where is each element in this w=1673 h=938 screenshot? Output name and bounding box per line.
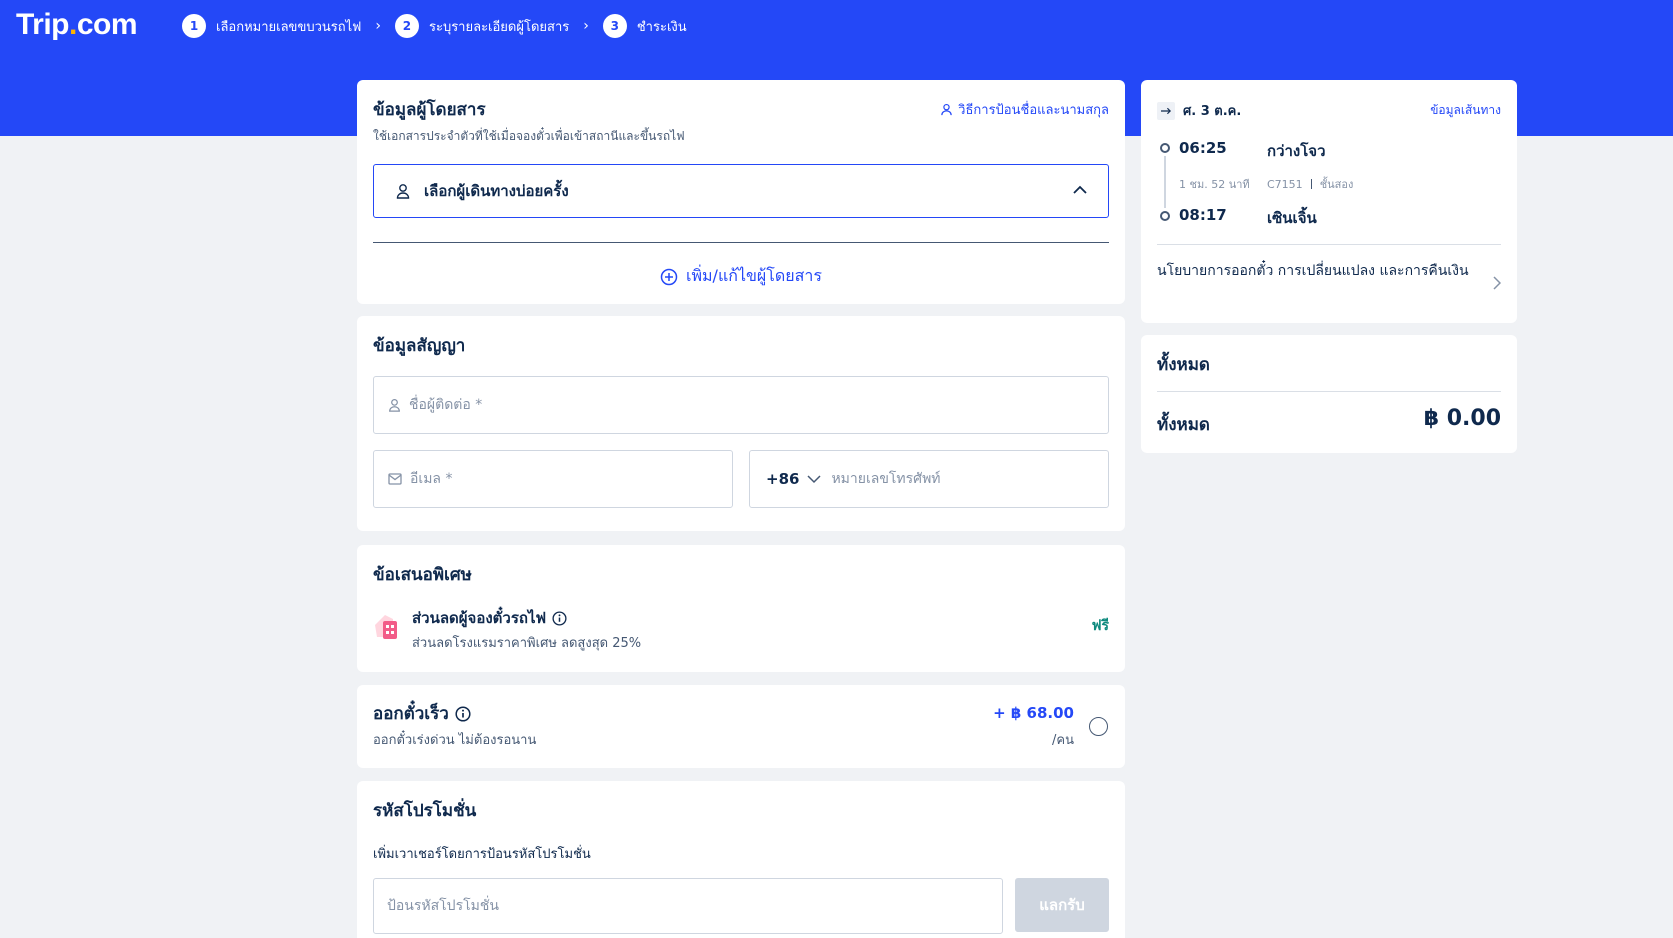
fast-ticket-desc: ออกตั๋วเร่งด่วน ไม่ต้องรอนาน (373, 733, 537, 748)
step-1: 1 เลือกหมายเลขขบวนรถไฟ (182, 14, 361, 38)
redeem-button[interactable]: แลกรับ (1015, 878, 1109, 932)
seat-class: ชั้นสอง (1319, 178, 1354, 191)
fast-ticket-card: ออกตั๋วเร็ว ออกตั๋วเร่งด่วน ไม่ต้องรอนาน… (357, 685, 1125, 768)
offer-price-free: ฟรี (1091, 618, 1109, 634)
email-input[interactable]: อีเมล * (373, 450, 733, 508)
plus-circle-icon (660, 268, 678, 286)
train-info: C7151 ชั้นสอง (1267, 175, 1353, 193)
arrival-time: 08:17 (1179, 206, 1227, 224)
price-total-card: ทั้งหมด ทั้งหมด ฿ 0.00 (1141, 335, 1517, 453)
step-3-number: 3 (602, 14, 627, 38)
info-icon[interactable] (552, 610, 567, 626)
fast-ticket-title: ออกตั๋วเร็ว (373, 704, 449, 724)
special-offers-card: ข้อเสนอพิเศษ ส่วนลดผู้จองตั๋วรถไฟ ส่วนลด… (357, 545, 1125, 672)
departure-dot (1160, 143, 1170, 153)
mail-icon (388, 473, 402, 485)
passenger-card: ข้อมูลผู้โดยสาร ใช้เอกสารประจำตัวที่ใช้เ… (357, 80, 1125, 304)
contact-card: ข้อมูลสัญญา ชื่อผู้ติดต่อ * อีเมล * +86 … (357, 316, 1125, 531)
departure-time: 06:25 (1179, 139, 1227, 157)
fast-ticket-title-row: ออกตั๋วเร็ว (373, 700, 471, 727)
add-edit-passenger-button[interactable]: เพิ่ม/แก้ไขผู้โดยสาร (357, 264, 1125, 289)
trip-summary-card: ศ. 3 ต.ค. ข้อมูลเส้นทาง 06:25 กว่างโจว 1… (1141, 80, 1517, 323)
frequent-traveler-select[interactable]: เลือกผู้เดินทางบ่อยครั้ง (373, 164, 1109, 218)
user-icon (388, 398, 401, 412)
route-info-link[interactable]: ข้อมูลเส้นทาง (1430, 101, 1501, 120)
name-help-link-label: วิธีการป้อนชื่อและนามสกุล (958, 103, 1109, 118)
arrival-station: เซินเจิ้น (1267, 209, 1317, 227)
ticket-policy-link[interactable]: นโยบายการออกตั๋ว การเปลี่ยนแปลง และการคื… (1157, 259, 1477, 283)
frequent-traveler-label: เลือกผู้เดินทางบ่อยครั้ง (424, 182, 569, 200)
contact-name-input[interactable]: ชื่อผู้ติดต่อ * (373, 376, 1109, 434)
train-number: C7151 (1267, 177, 1303, 191)
offer-item-title: ส่วนลดผู้จองตั๋วรถไฟ (412, 609, 547, 627)
step-2-label: ระบุรายละเอียดผู้โดยสาร (428, 19, 570, 35)
promo-code-input[interactable]: ป้อนรหัสโปรโมชั่น (373, 878, 1003, 934)
trip-date-row: ศ. 3 ต.ค. (1157, 100, 1241, 121)
step-2-number: 2 (394, 14, 419, 38)
divider (1157, 244, 1501, 245)
promo-code-placeholder: ป้อนรหัสโปรโมชั่น (387, 898, 499, 914)
promo-title: รหัสโปรโมชั่น (373, 801, 477, 821)
fast-ticket-unit: /คน (1052, 733, 1074, 748)
summary-title: ทั้งหมด (1157, 355, 1210, 375)
step-3-label: ชำระเงิน (636, 19, 687, 35)
country-code-select[interactable]: +86 (766, 470, 799, 488)
offers-title: ข้อเสนอพิเศษ (373, 565, 472, 585)
step-2: 2 ระบุรายละเอียดผู้โดยสาร (394, 14, 570, 38)
trip-date: ศ. 3 ต.ค. (1183, 104, 1242, 119)
offer-item-title-row: ส่วนลดผู้จองตั๋วรถไฟ (412, 606, 567, 630)
chevron-up-icon (1072, 185, 1088, 195)
contact-name-placeholder: ชื่อผู้ติดต่อ * (409, 397, 483, 413)
chevron-right-icon[interactable] (1493, 276, 1501, 290)
promo-card: รหัสโปรโมชั่น เพิ่มเวาเชอร์โดยการป้อนรหั… (357, 781, 1125, 938)
user-icon (940, 103, 953, 116)
fast-ticket-price: + ฿ 68.00 (993, 704, 1074, 722)
trip-logo[interactable]: Trip.com (16, 8, 138, 42)
total-label: ทั้งหมด (1157, 415, 1210, 435)
progress-steps: 1 เลือกหมายเลขขบวนรถไฟ › 2 ระบุรายละเอีย… (182, 14, 687, 38)
chevron-down-icon[interactable] (807, 474, 821, 484)
arrow-right-icon (1157, 101, 1175, 120)
promo-desc: เพิ่มเวาเชอร์โดยการป้อนรหัสโปรโมชั่น (373, 847, 591, 862)
hotel-discount-icon (373, 611, 401, 641)
info-icon[interactable] (455, 705, 471, 722)
email-placeholder: อีเมล * (410, 471, 453, 487)
phone-input-group: +86 หมายเลขโทรศัพท์ (749, 450, 1109, 508)
passenger-subtitle: ใช้เอกสารประจำตัวที่ใช้เมื่อจองตั๋วเพื่อ… (373, 129, 685, 143)
arrival-dot (1160, 211, 1170, 221)
offer-item-desc: ส่วนลดโรงแรมราคาพิเศษ ลดสูงสุด 25% (412, 636, 642, 651)
add-edit-passenger-label: เพิ่ม/แก้ไขผู้โดยสาร (685, 266, 822, 285)
contact-title: ข้อมูลสัญญา (373, 336, 466, 356)
chevron-right-icon: › (375, 18, 381, 34)
total-price: ฿ 0.00 (1423, 406, 1501, 431)
phone-number-input[interactable]: หมายเลขโทรศัพท์ (831, 468, 940, 490)
user-icon (396, 183, 410, 199)
departure-station: กว่างโจว (1267, 142, 1326, 160)
fast-ticket-radio[interactable] (1089, 717, 1108, 736)
route-line (1164, 156, 1166, 208)
step-1-number: 1 (182, 14, 206, 38)
chevron-right-icon: › (583, 18, 589, 34)
divider (1157, 391, 1501, 392)
name-help-link[interactable]: วิธีการป้อนชื่อและนามสกุล (940, 99, 1109, 120)
divider (373, 242, 1109, 243)
trip-duration: 1 ชม. 52 นาที (1179, 178, 1250, 191)
step-1-label: เลือกหมายเลขขบวนรถไฟ (216, 19, 362, 35)
separator (1310, 179, 1312, 189)
step-3: 3 ชำระเงิน (602, 14, 687, 38)
passenger-title: ข้อมูลผู้โดยสาร (373, 100, 486, 120)
